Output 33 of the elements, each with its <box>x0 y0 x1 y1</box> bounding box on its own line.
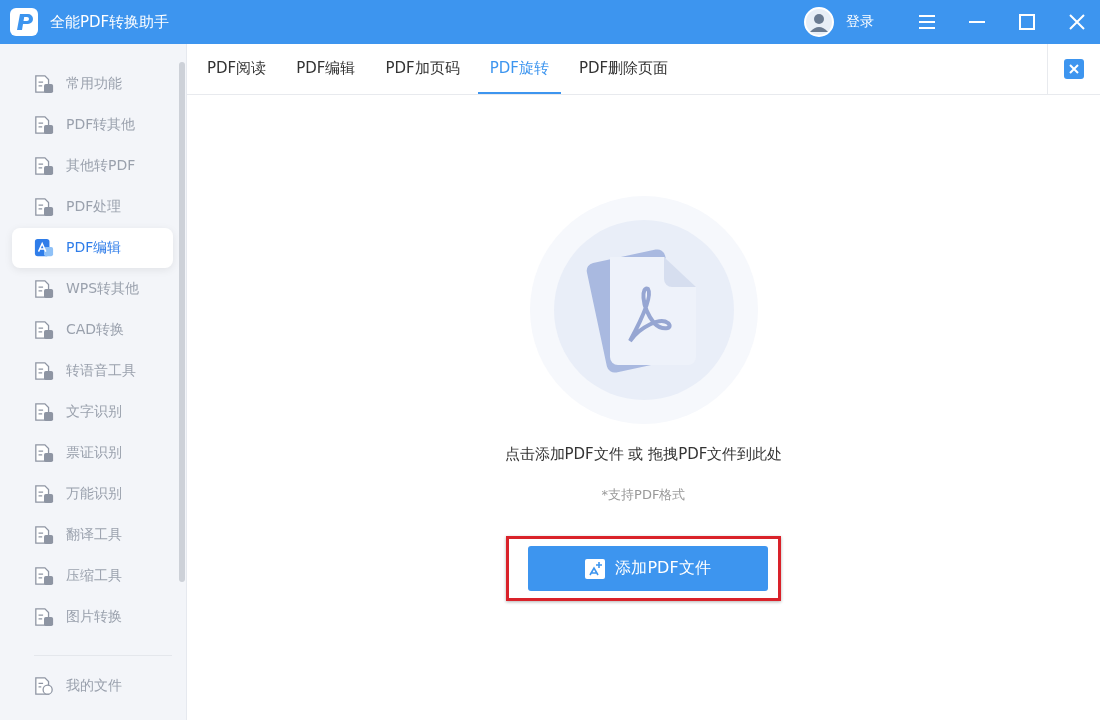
close-icon[interactable] <box>1068 13 1086 31</box>
sidebar-item[interactable]: 翻译工具 <box>12 515 173 555</box>
sidebar-item[interactable]: WPS转其他 <box>12 269 173 309</box>
sidebar-item[interactable]: 文字识别 <box>12 392 173 432</box>
sidebar-item[interactable]: PDF编辑 <box>12 228 173 268</box>
sidebar-item[interactable]: 图片转换 <box>12 597 173 637</box>
menu-icon[interactable] <box>918 13 936 31</box>
add-file-button[interactable]: 添加PDF文件 <box>528 546 768 591</box>
sidebar-item[interactable]: PDF处理 <box>12 187 173 227</box>
format-hint: *支持PDF格式 <box>601 486 686 504</box>
sidebar-item[interactable]: PDF转其他 <box>12 105 173 145</box>
maximize-icon[interactable] <box>1018 13 1036 31</box>
login-link[interactable]: 登录 <box>846 13 886 31</box>
instruction-text: 点击添加PDF文件 或 拖拽PDF文件到此处 <box>504 445 783 464</box>
tab[interactable]: PDF编辑 <box>284 44 368 94</box>
avatar-icon[interactable] <box>804 7 834 37</box>
sidebar-item[interactable]: 压缩工具 <box>12 556 173 596</box>
window-title: 全能PDF转换助手 <box>50 12 170 32</box>
tab[interactable]: PDF删除页面 <box>566 44 681 94</box>
sidebar-item[interactable]: 票证识别 <box>12 433 173 473</box>
tab[interactable]: PDF阅读 <box>195 44 279 94</box>
sidebar-item[interactable]: 其他转PDF <box>12 146 173 186</box>
tab[interactable]: PDF加页码 <box>373 44 472 94</box>
scrollbar[interactable] <box>179 62 185 582</box>
tab[interactable]: PDF旋转 <box>477 44 561 94</box>
close-icon[interactable] <box>1064 59 1084 79</box>
sidebar-item[interactable]: 万能识别 <box>12 474 173 514</box>
sidebar-item[interactable]: 我的文件 <box>12 666 173 706</box>
sidebar-item[interactable]: 常用功能 <box>12 64 173 104</box>
sidebar-item[interactable]: 转语音工具 <box>12 351 173 391</box>
folder-document-icon <box>34 676 54 696</box>
sidebar-item[interactable]: CAD转换 <box>12 310 173 350</box>
app-logo-icon <box>10 8 38 36</box>
